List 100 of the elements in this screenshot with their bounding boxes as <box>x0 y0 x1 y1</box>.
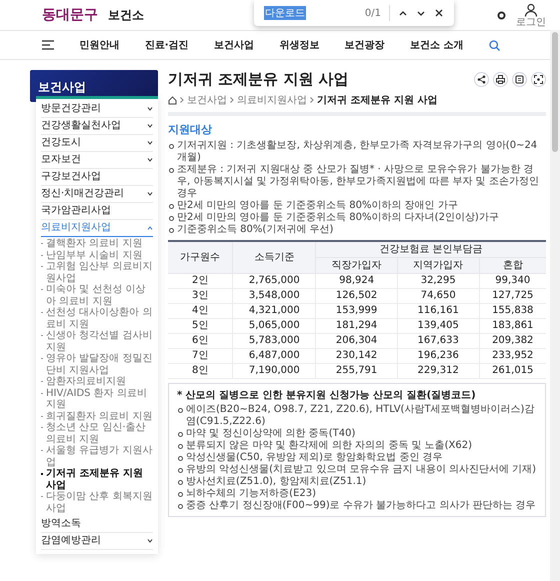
table-cell: 181,294 <box>316 318 398 334</box>
criteria-text: 기저귀지원 : 기초생활보장, 차상위계층, 한부모가족 자격보유가구의 영아(0~24개월) <box>168 140 546 164</box>
scrollbar-thumb[interactable] <box>552 32 558 152</box>
submenu-link[interactable]: 신생아 청각선별 검사비 지원 <box>41 330 153 353</box>
sidebar-item[interactable]: 방문건강관리 <box>41 101 153 118</box>
table-cell: 5,783,000 <box>232 334 316 348</box>
table-cell: 32,295 <box>397 274 479 288</box>
chevron-right-icon <box>230 97 234 103</box>
site-title: 보건소 <box>108 6 144 24</box>
document-icon <box>515 75 524 84</box>
capture-button[interactable] <box>531 72 546 87</box>
table-cell: 206,304 <box>316 334 398 348</box>
nav-link[interactable]: 민원안내 <box>79 38 120 52</box>
disease-text: 분류되지 않은 마약 및 환각제에 의한 자의의 중독 및 노출(X62) <box>177 440 537 452</box>
breadcrumb-link[interactable]: 기저귀 조제분유 지원 사업 <box>317 93 438 107</box>
table-cell: 4인 <box>168 304 233 318</box>
login-button[interactable]: 로그인 <box>516 2 546 28</box>
sidebar-item[interactable]: 구강보건사업 <box>41 169 153 186</box>
table-cell: 7,190,000 <box>232 364 316 378</box>
nav-link[interactable]: 보건사업 <box>214 38 254 52</box>
menu-icon[interactable] <box>42 40 54 50</box>
nav-link[interactable]: 위생정보 <box>279 38 320 52</box>
column-header: 가구원수 <box>168 241 233 274</box>
table-cell: 255,791 <box>316 364 398 378</box>
column-header: 혼합 <box>479 258 546 274</box>
table-cell: 2,765,000 <box>232 274 316 288</box>
sidebar-item[interactable]: 감염예방관리 <box>41 533 153 550</box>
criteria-text: 만2세 미만의 영아를 둔 기준중위소득 80%이하의 장애인 가구 <box>168 200 546 212</box>
table-cell: 5,065,000 <box>232 318 316 334</box>
chevron-right-icon <box>180 97 184 103</box>
submenu-link[interactable]: 다둥이맘 산후 회복지원사업 <box>41 491 153 514</box>
column-header: 직장가입자 <box>316 258 398 274</box>
sidebar-item[interactable]: 의료비지원사업 <box>41 220 153 237</box>
submenu-link[interactable]: 난임부부 시술비 지원 <box>41 250 153 261</box>
table-cell: 126,502 <box>316 288 398 304</box>
table-cell: 116,161 <box>397 304 479 318</box>
submenu-link[interactable]: HIV/AIDS 환자 의료비 지원 <box>41 388 153 410</box>
table-cell: 5인 <box>168 318 233 334</box>
sidebar-item[interactable]: 건강도시 <box>41 135 153 152</box>
user-icon <box>524 2 538 16</box>
table-cell: 8인 <box>168 364 233 378</box>
column-header: 지역가입자 <box>397 258 479 274</box>
disease-text: 중증 산후기 정신장애(F00~99)로 수유가 불가능하다고 의사가 판단하는 경우 <box>177 500 537 512</box>
table-cell: 139,405 <box>397 318 479 334</box>
document-button[interactable] <box>512 72 527 87</box>
table-cell: 167,633 <box>397 334 479 348</box>
breadcrumb-link[interactable]: 보건사업 <box>187 93 227 107</box>
table-cell: 155,838 <box>479 304 546 318</box>
table-cell: 4,321,000 <box>232 304 316 318</box>
logo[interactable]: 동대문구 <box>42 6 98 24</box>
criteria-text: 만2세 미만의 영아를 둔 기준중위소득 80%이하의 다자녀(2인이상)가구 <box>168 212 546 224</box>
submenu-link[interactable]: 희귀질환자 의료비 지원 <box>41 410 153 422</box>
page-title: 기저귀 조제분유 지원 사업 <box>168 70 349 89</box>
sidebar-title: 보건사업 <box>38 80 86 94</box>
criteria-text: 기준중위소득 80%(기저귀에 우선) <box>168 224 546 236</box>
nav-link[interactable]: 보건광장 <box>344 38 385 52</box>
search-icon[interactable] <box>488 40 500 50</box>
section-heading: 지원대상 <box>168 122 213 137</box>
nav-link[interactable]: 진료·검진 <box>144 38 189 52</box>
nav-link[interactable]: 보건소 소개 <box>410 38 464 52</box>
submenu-link[interactable]: 결핵환자 의료비 지원 <box>41 238 153 250</box>
chevron-right-icon <box>310 97 314 103</box>
frame-icon <box>534 75 543 84</box>
print-icon <box>496 75 505 84</box>
table-cell: 209,382 <box>479 334 546 348</box>
sidebar-item[interactable]: 방역소독 <box>41 516 153 533</box>
disease-text: 에이즈(B20~B24, O98.7, Z21, Z20.6), HTLV(사람T세포백혈병바이러스)감염(C91.5,Z22.6) <box>177 404 537 428</box>
breadcrumb-link[interactable]: 의료비지원사업 <box>237 93 307 107</box>
submenu-link[interactable]: 서울형 유급병가 지원사업 <box>41 445 153 468</box>
sidebar-item[interactable]: 모자보건 <box>41 152 153 169</box>
match-count: 0/1 <box>364 8 381 18</box>
column-group-header: 건강보험료 본인부담금 <box>316 241 546 258</box>
table-cell: 196,236 <box>397 348 479 364</box>
sidebar-item[interactable]: 국가암관리사업 <box>41 203 153 220</box>
table-cell: 6,487,000 <box>232 348 316 364</box>
submenu-link[interactable]: 기저귀 조제분유 지원 사업 <box>41 468 153 491</box>
share-icon <box>477 75 486 84</box>
submenu-link[interactable]: 암환자의료비지원 <box>41 376 153 388</box>
sidebar-item[interactable]: 건강생활실천사업 <box>41 118 153 135</box>
close-icon[interactable] <box>434 8 444 18</box>
table-cell: 233,952 <box>479 348 546 364</box>
disease-text: 악성신생물(C50, 유방암 제외)로 항암화학요법 중인 경우 <box>177 452 537 464</box>
table-cell: 3인 <box>168 288 233 304</box>
table-cell: 6인 <box>168 334 233 348</box>
home-icon[interactable] <box>168 96 177 104</box>
disease-text: 방사선치료(Z51.0), 항암제치료(Z51.1) <box>177 476 537 488</box>
submenu-link[interactable]: 미숙아 및 선천성 이상아 의료비 지원 <box>41 284 153 307</box>
submenu-link[interactable]: 영유아 발달장애 정밀진단비 지원사업 <box>41 353 153 376</box>
criteria-text: 조제분유 : 기저귀 지원대상 중 산모가 질병* · 사망으로 모유수유가 불가능한 경우, 아동복지시설 및 가정위탁아동, 한부모가족지원법에 따른 부자 및 조손가정인 경우 <box>168 164 546 200</box>
share-button[interactable] <box>474 72 489 87</box>
table-cell: 74,650 <box>397 288 479 304</box>
table-cell: 2인 <box>168 274 233 288</box>
submenu-link[interactable]: 선천성 대사이상환아 의료비 지원 <box>41 307 153 330</box>
sidebar-item[interactable]: 정신·치매건강관리 <box>41 186 153 203</box>
table-cell: 153,999 <box>316 304 398 318</box>
print-button[interactable] <box>493 72 508 87</box>
submenu-link[interactable]: 청소년 산모 임신·출산 의료비 지원 <box>41 422 153 445</box>
table-cell: 127,725 <box>479 288 546 304</box>
submenu-link[interactable]: 고위험 임산부 의료비지원사업 <box>41 261 153 284</box>
scrollbar[interactable] <box>550 30 560 581</box>
